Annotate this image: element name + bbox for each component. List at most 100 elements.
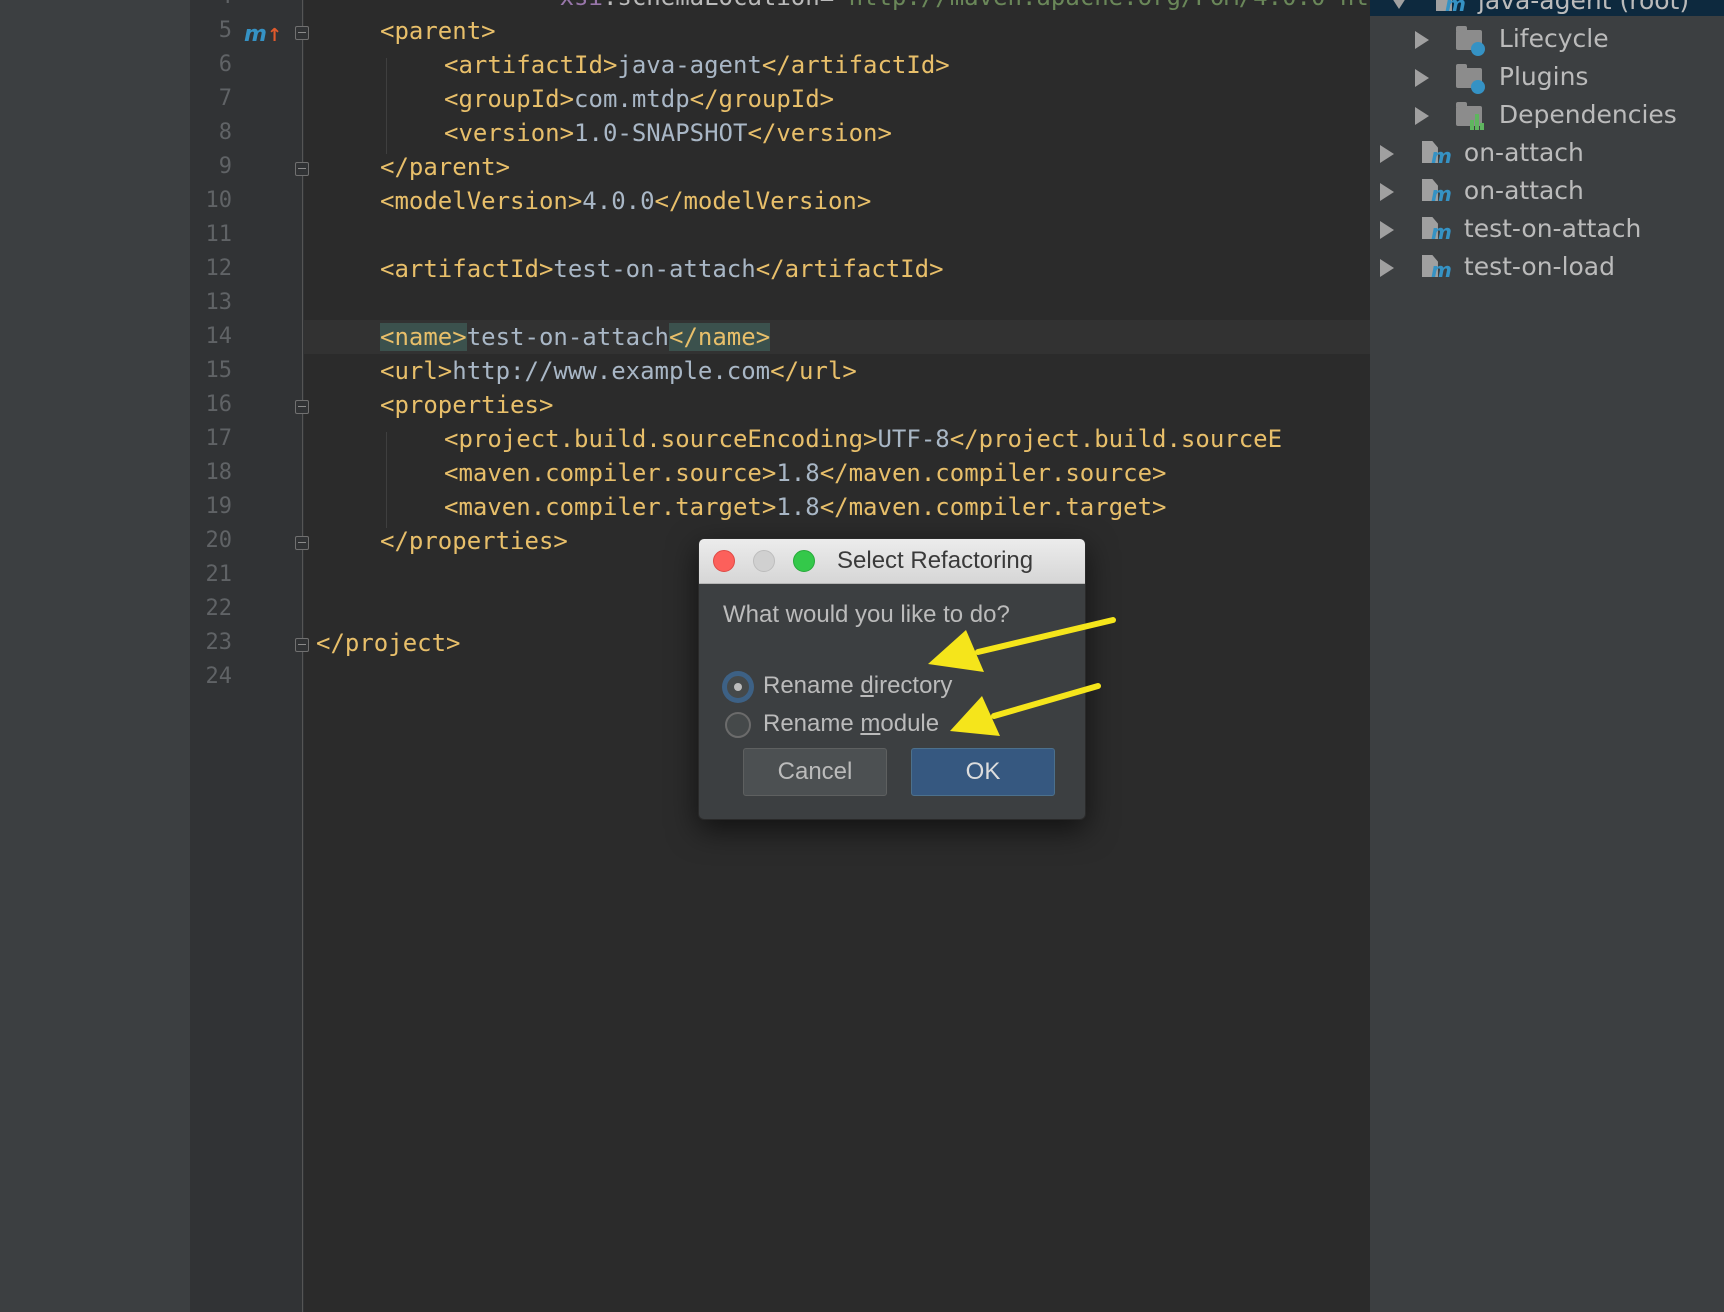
xml-text: 4.0.0: [582, 187, 655, 215]
line-number: 14: [205, 324, 233, 349]
tree-item-label: Lifecycle: [1498, 24, 1609, 53]
code-line[interactable]: <parent>: [304, 14, 1370, 48]
xml-tag: </project.build.sourceE: [949, 425, 1283, 453]
line-number: 15: [205, 358, 233, 383]
tree-item-lifecycle[interactable]: Lifecycle: [1415, 20, 1609, 58]
select-refactoring-dialog: Select Refactoring What would you like t…: [698, 538, 1086, 820]
tree-item-label: Plugins: [1498, 62, 1589, 91]
option-label-suffix: odule: [880, 710, 940, 737]
line-number: 24: [205, 664, 233, 689]
dialog-title: Select Refactoring: [837, 547, 1034, 574]
line-number: 16: [205, 392, 233, 417]
line-number: 6: [218, 52, 232, 77]
xml-tag: <parent>: [380, 17, 496, 45]
collapse-arrow-icon[interactable]: [1415, 69, 1429, 87]
code-line[interactable]: [304, 218, 1370, 252]
xml-text: 1.8: [776, 493, 820, 521]
collapse-arrow-icon[interactable]: [1380, 259, 1394, 277]
xml-tag: <url>: [380, 357, 453, 385]
tree-item-module[interactable]: m on-attach: [1380, 134, 1584, 172]
dialog-titlebar[interactable]: Select Refactoring: [699, 539, 1085, 584]
collapse-arrow-icon[interactable]: [1380, 221, 1394, 239]
code-line[interactable]: <modelVersion>4.0.0</modelVersion>: [304, 184, 1370, 218]
maven-parent-icon[interactable]: m↑: [244, 22, 282, 47]
code-line[interactable]: <properties>: [304, 388, 1370, 422]
code-line[interactable]: xsi:schemaLocation="http://maven.apache.…: [304, 0, 1370, 14]
tree-item-dependencies[interactable]: Dependencies: [1415, 96, 1677, 134]
fold-marker-icon[interactable]: [295, 400, 309, 414]
fold-marker-icon[interactable]: [295, 162, 309, 176]
xml-tag: <properties>: [380, 391, 554, 419]
option-label-prefix: Rename: [763, 672, 861, 699]
xml-tag: <version>: [444, 119, 575, 147]
code-line[interactable]: <version>1.0-SNAPSHOT</version>: [304, 116, 1370, 150]
code-line[interactable]: <name>test-on-attach</name>: [304, 320, 1370, 354]
code-line[interactable]: <maven.compiler.target>1.8</maven.compil…: [304, 490, 1370, 524]
radio-button[interactable]: [725, 711, 751, 738]
line-number: 23: [205, 630, 233, 655]
cancel-button[interactable]: Cancel: [743, 748, 887, 796]
tree-item-module[interactable]: m test-on-load: [1380, 248, 1615, 286]
expand-arrow-icon[interactable]: [1390, 0, 1408, 9]
xml-tag: </name>: [669, 323, 771, 351]
line-number: 11: [205, 222, 233, 247]
line-number: 17: [205, 426, 233, 451]
xml-tag: <modelVersion>: [380, 187, 583, 215]
xml-text: 1.8: [776, 459, 820, 487]
tree-item-plugins[interactable]: Plugins: [1415, 58, 1588, 96]
maven-module-icon: m: [1420, 216, 1452, 244]
ok-button[interactable]: OK: [911, 748, 1055, 796]
xml-tag: </artifactId>: [755, 255, 944, 283]
xml-tag: </maven.compiler.source>: [819, 459, 1167, 487]
code-line[interactable]: <artifactId>test-on-attach</artifactId>: [304, 252, 1370, 286]
code-line[interactable]: <project.build.sourceEncoding>UTF-8</pro…: [304, 422, 1370, 456]
dependencies-folder-icon: [1455, 102, 1484, 130]
collapse-arrow-icon[interactable]: [1380, 183, 1394, 201]
line-number: 12: [205, 256, 233, 281]
line-number: 10: [205, 188, 233, 213]
fold-marker-icon[interactable]: [295, 638, 309, 652]
close-window-button[interactable]: [713, 550, 735, 572]
xml-tag: </version>: [747, 119, 892, 147]
code-line[interactable]: [304, 286, 1370, 320]
rename-directory-option[interactable]: Rename directory: [725, 669, 952, 703]
gutter-separator: [302, 0, 303, 1312]
maven-projects-panel: m java-agent (root) Lifecycle Plugins De…: [1370, 0, 1724, 1312]
line-number: 4: [190, 0, 232, 14]
code-line[interactable]: <artifactId>java-agent</artifactId>: [304, 48, 1370, 82]
tree-item-label: on-attach: [1463, 176, 1584, 205]
lifecycle-folder-icon: [1455, 26, 1485, 56]
maven-module-icon: m: [1420, 178, 1452, 206]
code-line[interactable]: <maven.compiler.source>1.8</maven.compil…: [304, 456, 1370, 490]
tree-item-label: on-attach: [1463, 138, 1584, 167]
line-number: 5: [218, 18, 232, 43]
collapse-arrow-icon[interactable]: [1415, 107, 1429, 125]
code-line[interactable]: </parent>: [304, 150, 1370, 184]
fold-marker-icon[interactable]: [295, 26, 309, 40]
maven-module-icon: m: [1420, 254, 1452, 282]
code-line[interactable]: <url>http://www.example.com</url>: [304, 354, 1370, 388]
plugins-folder-icon: [1455, 64, 1485, 94]
xml-tag: </groupId>: [689, 85, 835, 113]
radio-button-selected[interactable]: [725, 673, 751, 700]
collapse-arrow-icon[interactable]: [1380, 145, 1394, 163]
xml-text: :schemaLocation=: [603, 0, 834, 11]
line-number: 22: [205, 596, 233, 621]
tree-root-java-agent[interactable]: m java-agent (root): [1390, 0, 1689, 20]
tree-item-label: test-on-attach: [1463, 214, 1642, 243]
code-line[interactable]: <groupId>com.mtdp</groupId>: [304, 82, 1370, 116]
xml-tag: <artifactId>: [380, 255, 554, 283]
line-number: 9: [218, 154, 232, 179]
maven-module-icon: m: [1434, 0, 1466, 16]
tree-item-module[interactable]: m test-on-attach: [1380, 210, 1641, 248]
option-mnemonic: d: [860, 672, 874, 699]
xml-tag: <groupId>: [444, 85, 575, 113]
collapse-arrow-icon[interactable]: [1415, 31, 1429, 49]
xml-text: 1.0-SNAPSHOT: [574, 119, 748, 147]
tree-item-module[interactable]: m on-attach: [1380, 172, 1584, 210]
rename-module-option[interactable]: Rename module: [725, 707, 939, 741]
xml-text: com.mtdp: [574, 85, 690, 113]
zoom-window-button[interactable]: [793, 550, 815, 572]
fold-marker-icon[interactable]: [295, 536, 309, 550]
xml-tag: <project.build.sourceEncoding>: [444, 425, 878, 453]
